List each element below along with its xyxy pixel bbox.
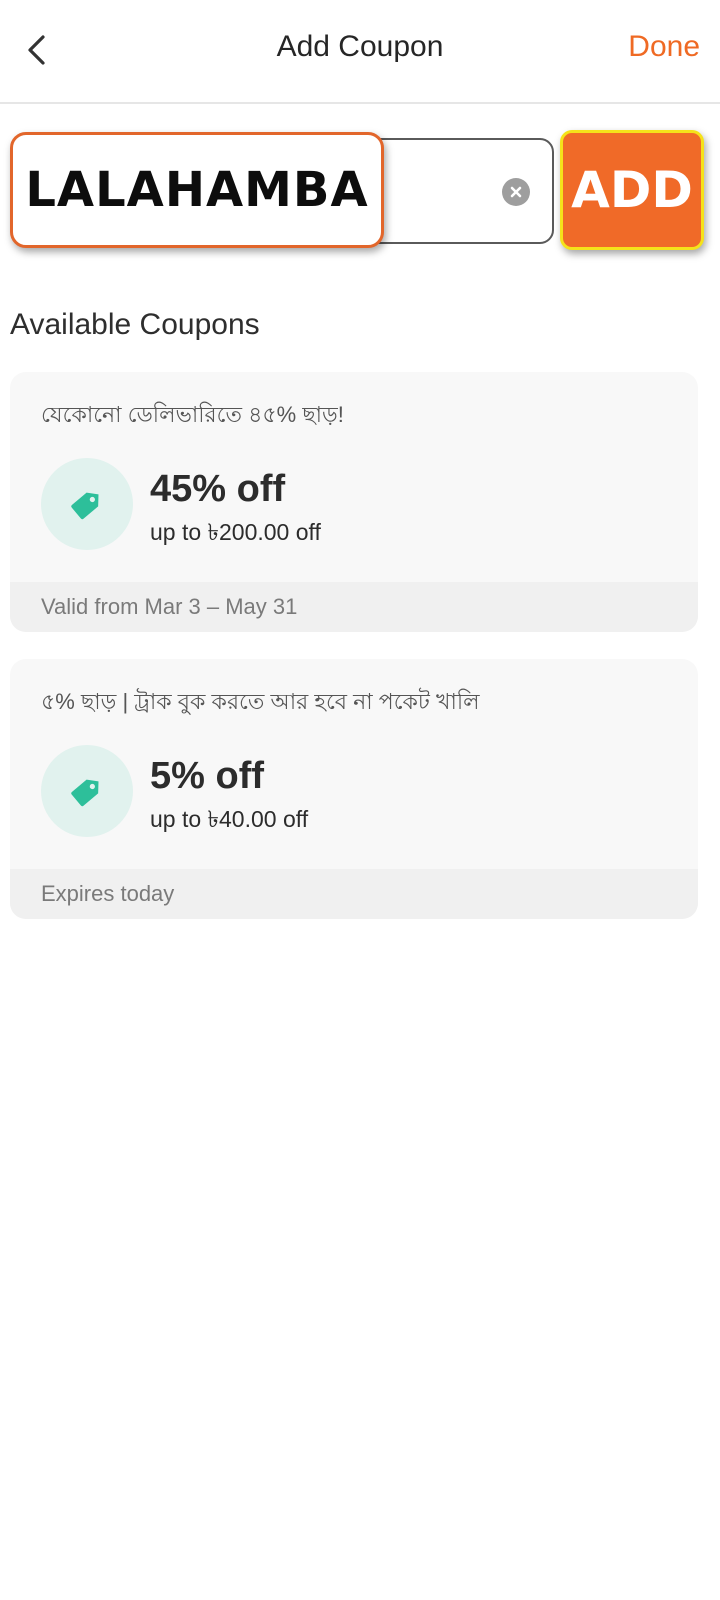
coupon-validity: Expires today (10, 869, 698, 919)
page-title: Add Coupon (276, 30, 444, 63)
coupon-cap: up to ৳40.00 off (150, 806, 309, 832)
clear-circle-icon (510, 186, 522, 198)
coupon-description: ৫% ছাড় | ট্রাক বুক করতে আর হবে না পকেট … (41, 689, 480, 714)
tag-icon (71, 779, 99, 807)
tag-icon (71, 492, 99, 520)
add-coupon-button[interactable]: ADD (560, 130, 704, 250)
app-header: Add Coupon Done (0, 0, 720, 104)
coupon-code-value[interactable]: LALAHAMBA (10, 132, 384, 248)
coupon-cap: up to ৳200.00 off (150, 519, 321, 545)
coupon-validity: Valid from Mar 3 – May 31 (10, 582, 698, 632)
coupon-entry-row: LALAHAMBA ADD (0, 104, 720, 274)
coupon-card[interactable]: ৫% ছাড় | ট্রাক বুক করতে আর হবে না পকেট … (10, 659, 698, 919)
clear-input-button[interactable] (502, 178, 530, 206)
coupon-discount: 45% off (150, 468, 286, 510)
coupon-discount: 5% off (150, 755, 264, 797)
coupon-description: যেকোনো ডেলিভারিতে ৪৫% ছাড়! (41, 402, 344, 427)
coupon-card[interactable]: যেকোনো ডেলিভারিতে ৪৫% ছাড়! 45% off up t… (10, 372, 698, 632)
coupon-icon-badge (41, 458, 133, 550)
done-button[interactable]: Done (628, 30, 700, 64)
coupon-icon-badge (41, 745, 133, 837)
available-coupons-heading: Available Coupons (10, 308, 260, 341)
